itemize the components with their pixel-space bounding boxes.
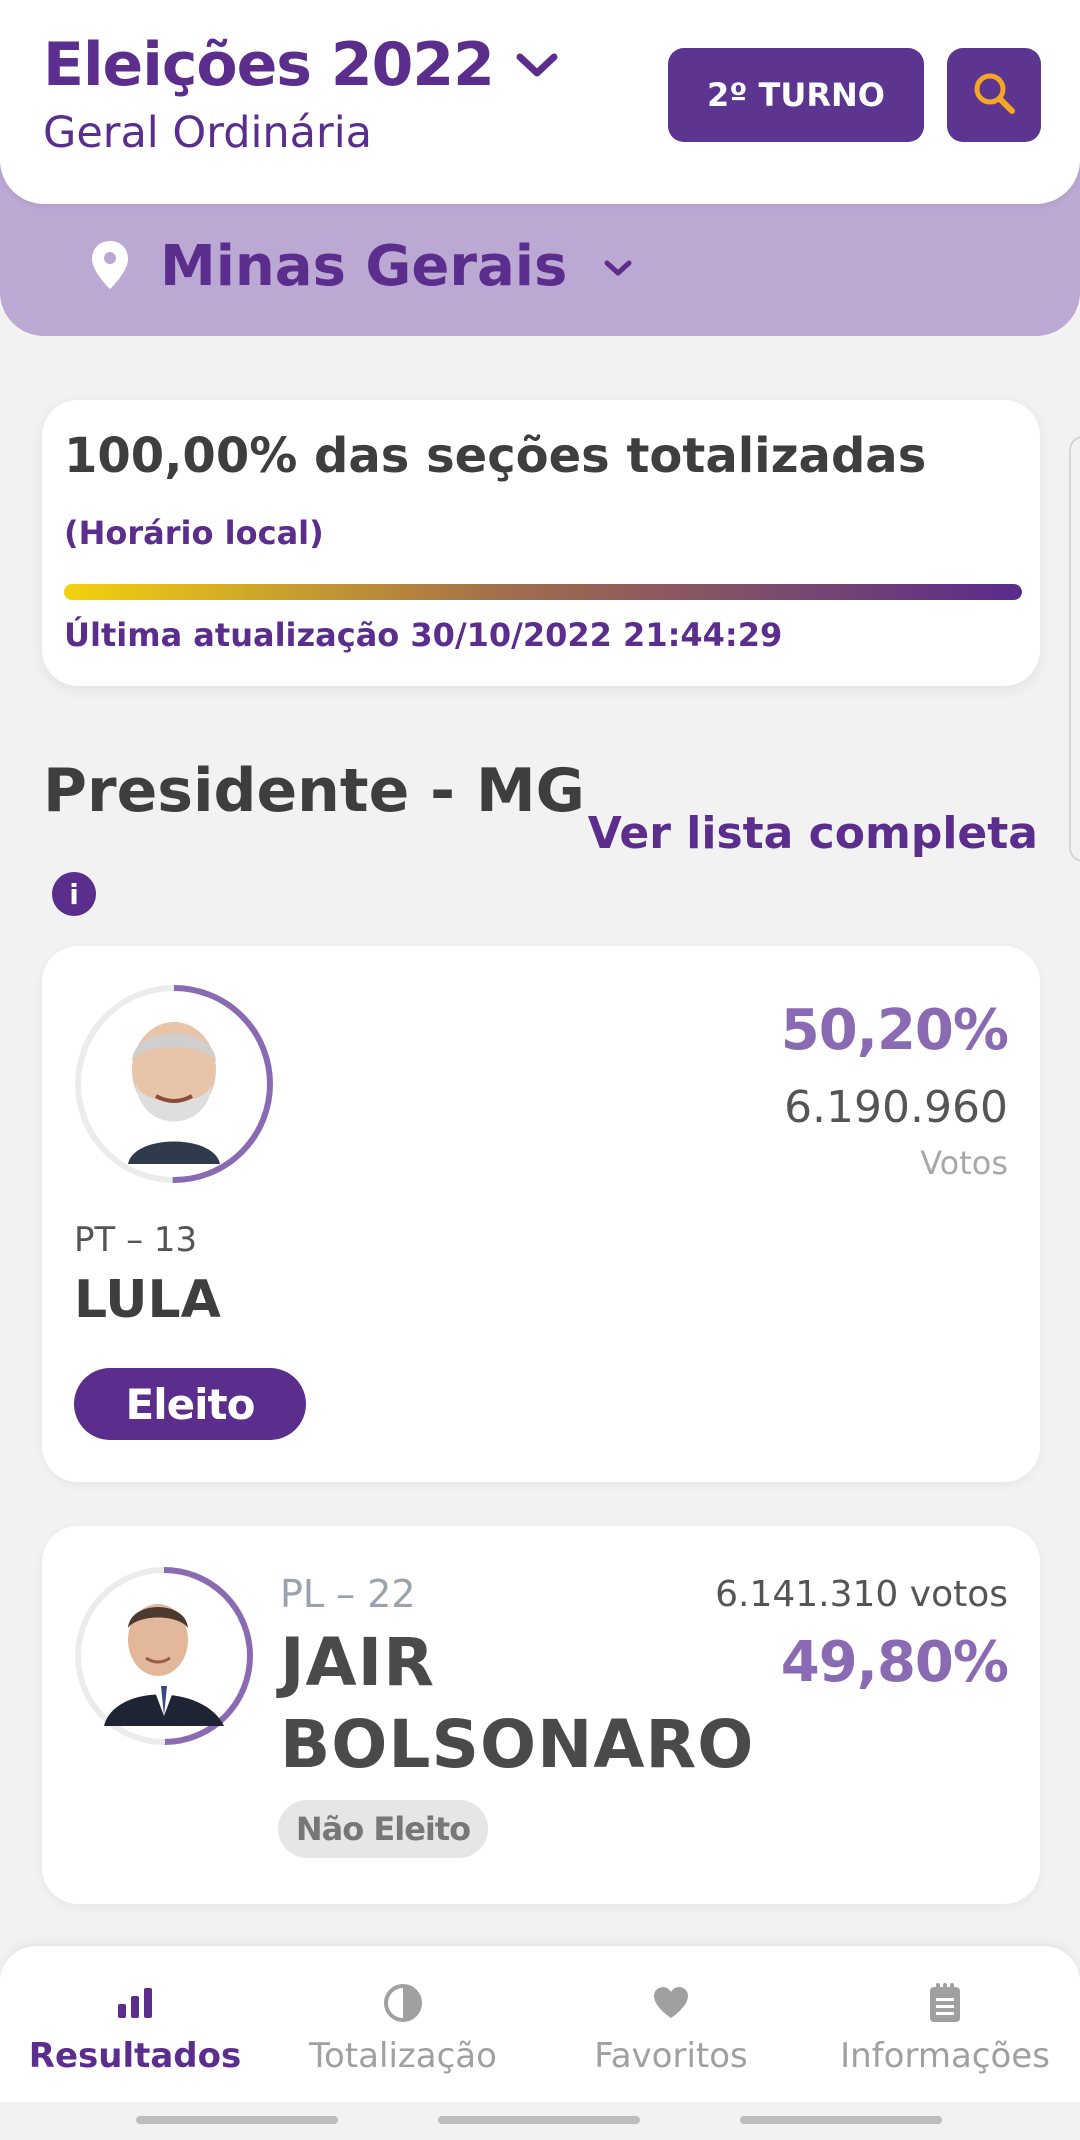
election-selector[interactable]: Eleições 2022	[43, 30, 558, 100]
bar-chart-icon	[116, 1982, 154, 2024]
nav-item-informacoes[interactable]: Informações	[810, 1946, 1080, 2102]
candidate-votes: 6.141.310 votos	[715, 1574, 1008, 1615]
candidate-votes: 6.190.960	[784, 1082, 1008, 1133]
local-time-label: (Horário local)	[64, 514, 324, 552]
app-title: Eleições 2022	[43, 30, 495, 100]
totalization-status-card: 100,00% das seções totalizadas (Horário …	[42, 400, 1040, 686]
avatar	[74, 984, 274, 1184]
not-elected-badge: Não Eleito	[278, 1800, 488, 1858]
last-update-text: Última atualização 30/10/2022 21:44:29	[64, 616, 783, 654]
candidate-percent: 49,80%	[780, 1630, 1009, 1695]
election-subtitle: Geral Ordinária	[43, 108, 373, 158]
avatar	[74, 1566, 254, 1746]
candidate-name-line: BOLSONARO	[280, 1706, 755, 1783]
candidate-card[interactable]: PL – 22 JAIR BOLSONARO 6.141.310 votos 4…	[42, 1526, 1040, 1904]
candidate-party: PL – 22	[280, 1572, 416, 1616]
clipboard-icon	[928, 1982, 962, 2024]
candidate-name-line: JAIR	[280, 1624, 436, 1701]
chevron-down-icon	[516, 53, 558, 83]
see-full-list-link[interactable]: Ver lista completa	[588, 808, 1038, 859]
nav-label: Informações	[840, 2036, 1050, 2076]
app-header: Eleições 2022 Geral Ordinária 2º TURNO	[0, 0, 1080, 204]
nav-item-favoritos[interactable]: Favoritos	[536, 1946, 806, 2102]
side-drawer-edge[interactable]	[1069, 436, 1080, 862]
candidate-party: PT – 13	[74, 1220, 198, 1260]
search-icon	[970, 69, 1018, 121]
heart-icon	[652, 1982, 690, 2024]
second-round-button[interactable]: 2º TURNO	[668, 48, 924, 142]
state-selector[interactable]: Minas Gerais	[90, 234, 633, 299]
totalization-progress-bar	[64, 584, 1022, 600]
system-gesture-bar	[0, 2102, 1080, 2140]
pie-chart-icon	[383, 1982, 423, 2024]
candidate-card[interactable]: 50,20% 6.190.960 Votos PT – 13 LULA Elei…	[42, 946, 1040, 1482]
location-pin-icon	[90, 239, 130, 295]
progress-fill	[64, 584, 1022, 600]
info-icon[interactable]: i	[52, 872, 96, 916]
votes-label: Votos	[920, 1144, 1008, 1182]
gesture-handle[interactable]	[740, 2116, 942, 2124]
section-title: Presidente - MG	[43, 756, 585, 826]
chevron-down-icon	[603, 259, 633, 283]
nav-item-resultados[interactable]: Resultados	[0, 1946, 270, 2102]
gesture-handle[interactable]	[136, 2116, 338, 2124]
search-button[interactable]	[947, 48, 1041, 142]
candidate-name: JAIR BOLSONARO	[280, 1622, 754, 1786]
elected-badge: Eleito	[74, 1368, 306, 1440]
state-name: Minas Gerais	[160, 234, 568, 299]
candidate-name: LULA	[74, 1270, 221, 1330]
bottom-navigation: Resultados Totalização Favoritos Informa…	[0, 1946, 1080, 2102]
nav-label: Totalização	[309, 2036, 497, 2076]
nav-item-totalizacao[interactable]: Totalização	[268, 1946, 538, 2102]
candidate-percent: 50,20%	[780, 998, 1009, 1063]
totalization-percent-text: 100,00% das seções totalizadas	[64, 428, 927, 484]
nav-label: Favoritos	[594, 2036, 748, 2076]
gesture-handle[interactable]	[438, 2116, 640, 2124]
nav-label: Resultados	[28, 2036, 242, 2076]
